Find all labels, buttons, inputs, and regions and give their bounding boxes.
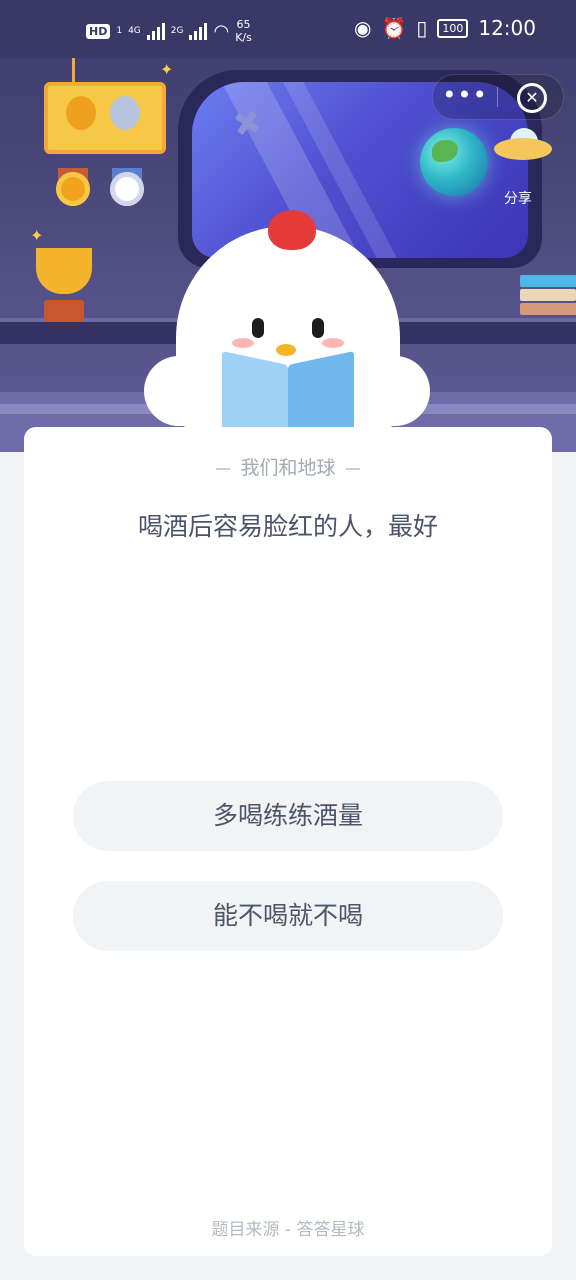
chicken-arm [144, 356, 230, 426]
dash-decoration [345, 467, 360, 470]
chicken-comb [268, 210, 316, 250]
chicken-arm [344, 356, 430, 426]
answer-option-1[interactable]: 多喝练练酒量 [73, 781, 503, 851]
hd-icon: HD [86, 23, 111, 39]
dash-decoration [216, 467, 231, 470]
more-button[interactable]: ••• [433, 75, 497, 119]
topic-heading: 我们和地球 [24, 453, 552, 480]
network-speed: 65 K/s [235, 18, 252, 44]
earth-icon[interactable] [420, 128, 488, 196]
gold-medal-icon [66, 96, 96, 130]
miniprogram-capsule: ••• ✕ [432, 74, 564, 120]
wifi-icon: ◠ [213, 20, 230, 42]
signal-icon [189, 22, 208, 40]
chicken-blush [232, 338, 254, 348]
speed-value: 65 [236, 18, 251, 31]
topic-label: 我们和地球 [240, 457, 336, 479]
silver-badge-icon [110, 172, 144, 206]
answer-option-2[interactable]: 能不喝就不喝 [73, 881, 503, 951]
header-scene: ✦ ✦ ✚ 分享 HD 1 4G 2G ◠ 65 K/s ◉ ⏰ ▯ 100 1… [0, 0, 576, 452]
books-icon [520, 275, 576, 325]
sparkle-icon: ✦ [30, 226, 44, 245]
close-button[interactable]: ✕ [517, 83, 547, 113]
alarm-icon: ⏰ [381, 16, 407, 40]
vibrate-icon: ▯ [416, 16, 428, 40]
medal-frame [44, 82, 166, 154]
chicken-beak [276, 344, 296, 356]
chicken-eye [312, 318, 324, 338]
question-text: 喝酒后容易脸红的人，最好 [137, 512, 438, 541]
network-type-2: 2G [170, 26, 184, 36]
sparkle-icon: ✦ [160, 60, 174, 79]
question-card: 我们和地球 喝酒后容易脸红的人，最好 多喝练练酒量 能不喝就不喝 题目来源 - … [24, 427, 552, 1256]
capsule-divider [497, 87, 498, 107]
trophy-icon [36, 248, 92, 294]
trophy-base [44, 300, 84, 322]
silver-medal-icon [110, 96, 140, 130]
sim-slot: 1 [116, 26, 123, 36]
battery-icon: 100 [437, 18, 469, 38]
gold-badge-icon [56, 172, 90, 206]
chicken-eye [252, 318, 264, 338]
share-button[interactable]: 分享 [494, 188, 542, 208]
book-icon [222, 350, 354, 446]
network-type-1: 4G [128, 26, 141, 36]
chicken-blush [322, 338, 344, 348]
eye-icon: ◉ [353, 16, 372, 40]
signal-icon [146, 22, 165, 40]
status-bar: HD 1 4G 2G ◠ 65 K/s ◉ ⏰ ▯ 100 12:00 [0, 0, 576, 58]
ufo-share-icon[interactable] [494, 138, 552, 160]
clock: 12:00 [478, 16, 536, 40]
speed-unit: K/s [235, 31, 252, 44]
question-source: 题目来源 - 答答星球 [211, 1220, 365, 1240]
